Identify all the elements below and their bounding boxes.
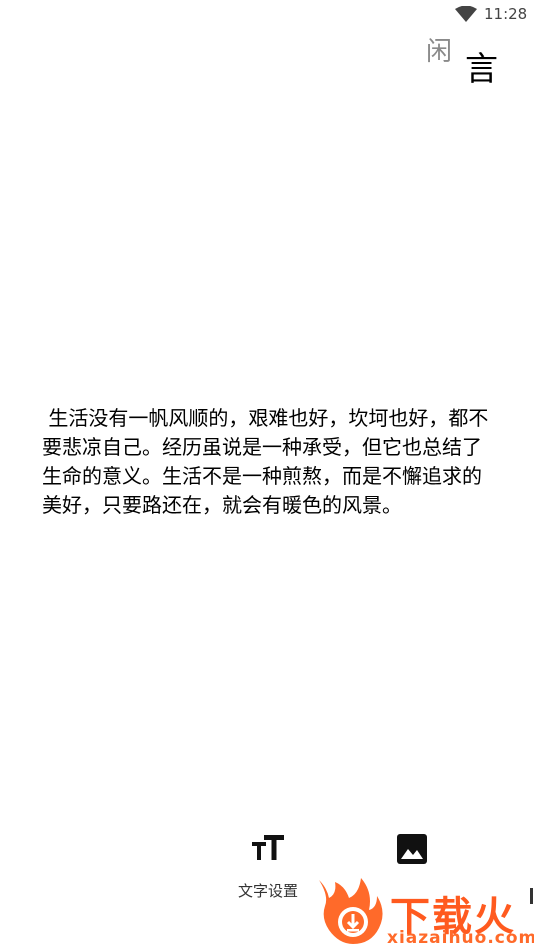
text-settings-button[interactable]: 文字设置: [228, 820, 308, 901]
watermark: 下载火 xiazaihuo.com: [315, 878, 534, 949]
edge-divider: [530, 888, 533, 904]
flame-logo-icon: [319, 878, 383, 944]
image-button[interactable]: [372, 820, 452, 884]
status-bar: 11:28: [0, 0, 534, 28]
watermark-url: xiazaihuo.com: [387, 928, 534, 948]
status-time: 11:28: [484, 5, 528, 23]
text-size-icon: [252, 835, 284, 860]
quote-text: 生活没有一帆风顺的，艰难也好，坎坷也好，都不要悲凉自己。经历虽说是一种承受，但它…: [42, 406, 489, 517]
text-settings-label: 文字设置: [237, 882, 298, 900]
logo-char-xian: 闲: [426, 37, 453, 67]
image-icon: [397, 834, 427, 864]
logo-char-yan: 言: [465, 49, 498, 88]
wifi-icon: [455, 6, 477, 22]
app-logo: 闲 言: [420, 28, 510, 88]
